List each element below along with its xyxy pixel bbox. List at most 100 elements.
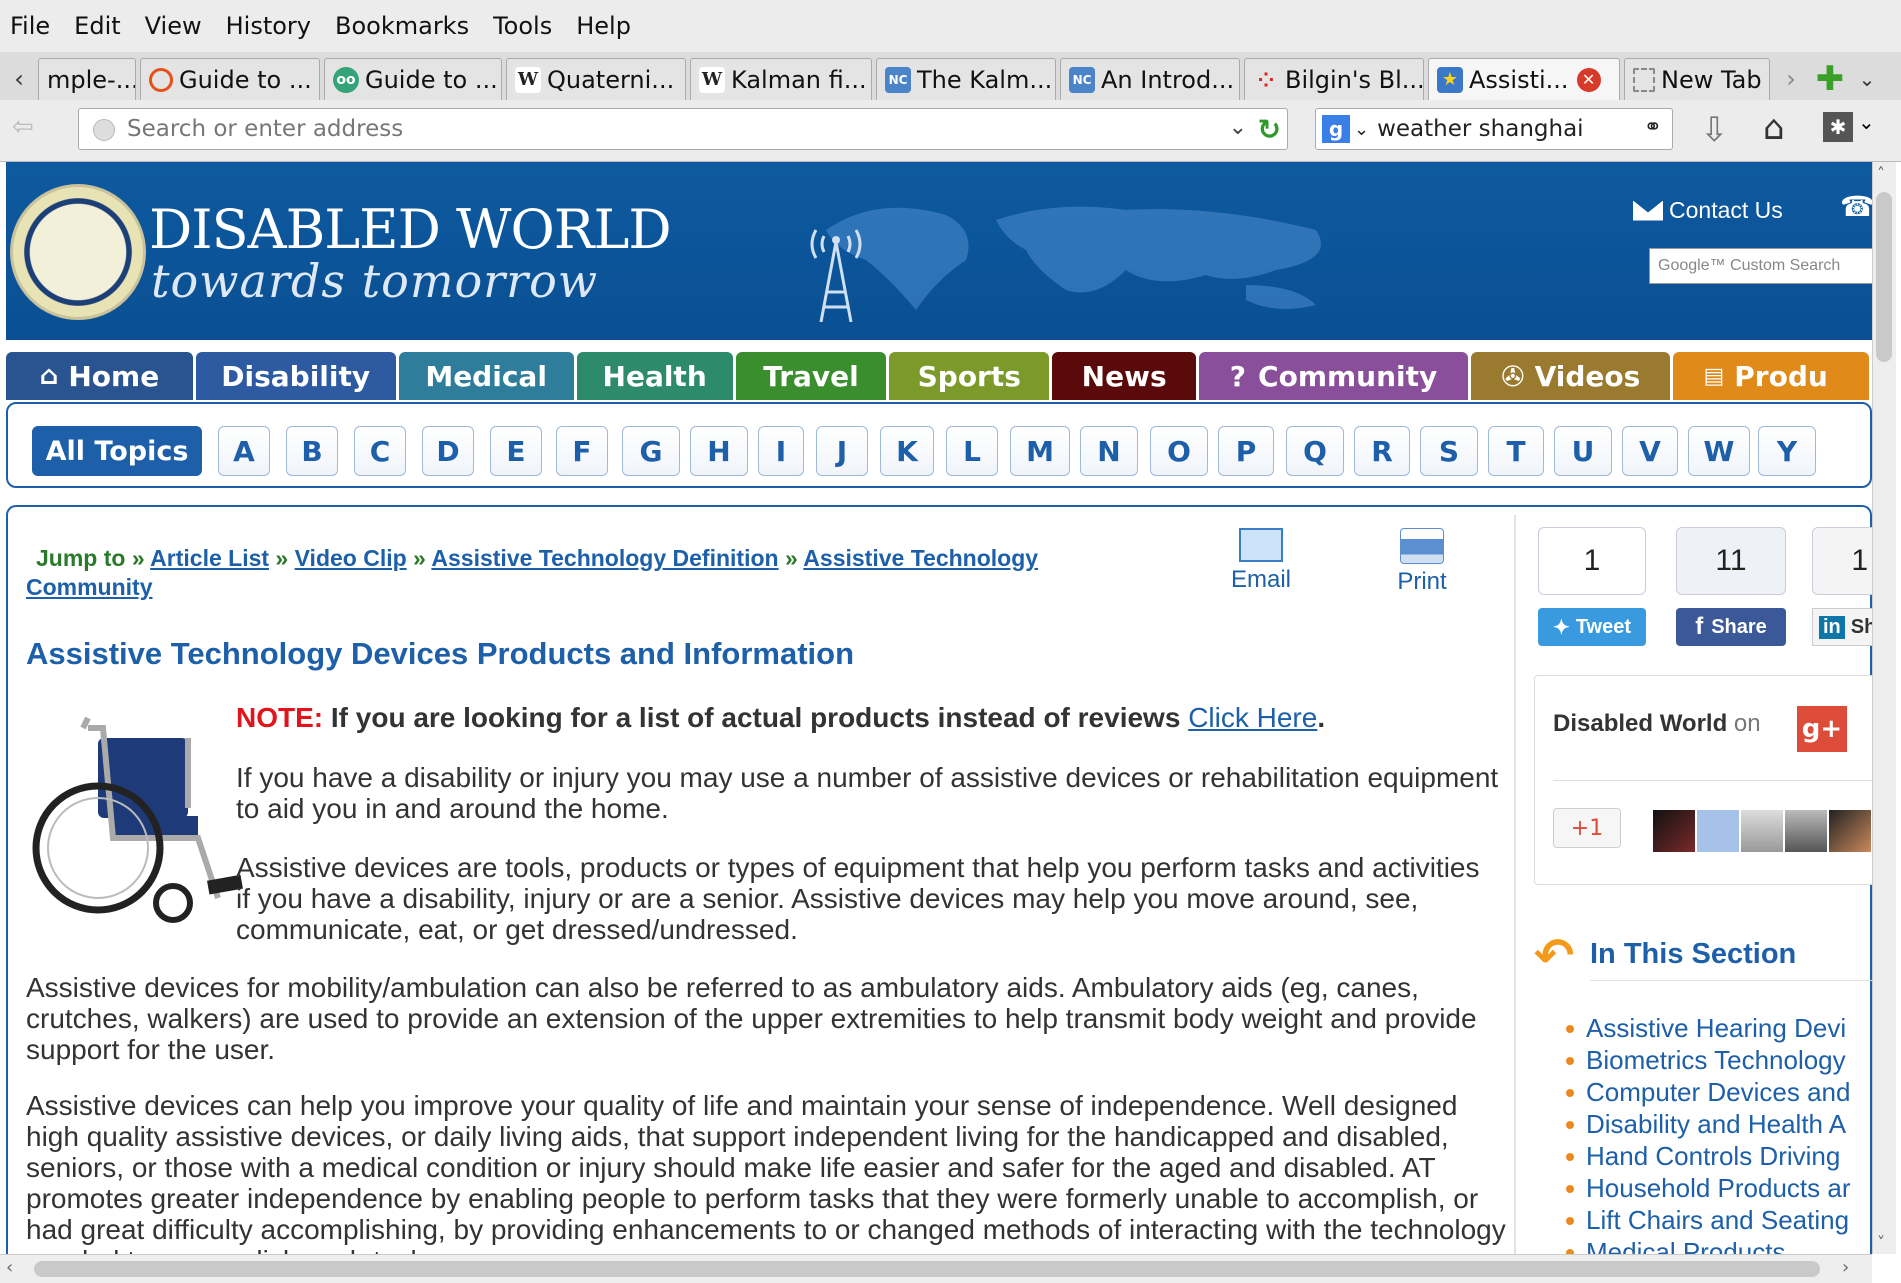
letter-n[interactable]: N <box>1080 426 1138 476</box>
tab-9[interactable]: New Tab <box>1624 58 1770 100</box>
tab-list-chevron-icon[interactable]: ⌄ <box>1852 58 1882 100</box>
breadcrumb-article-list[interactable]: Article List <box>150 545 269 571</box>
letter-o[interactable]: O <box>1150 426 1208 476</box>
letter-c[interactable]: C <box>354 426 406 476</box>
tab-8-active[interactable]: ★ Assisti... ✕ <box>1428 58 1620 100</box>
google-plus-icon[interactable]: g+ <box>1797 706 1847 752</box>
nav-home[interactable]: ⌂ Home <box>6 352 193 400</box>
menu-history[interactable]: History <box>226 12 311 40</box>
tab-5[interactable]: NC The Kalm... <box>876 58 1056 100</box>
nav-products[interactable]: ▤ Produ <box>1673 352 1869 400</box>
print-button[interactable]: Print <box>1382 528 1462 596</box>
letter-j[interactable]: J <box>816 426 868 476</box>
letter-t[interactable]: T <box>1488 426 1544 476</box>
letter-i[interactable]: I <box>758 426 804 476</box>
linkedin-share-button[interactable]: inSh <box>1812 608 1872 646</box>
menu-file[interactable]: File <box>10 12 50 40</box>
tab-0[interactable]: mple-... <box>38 58 136 100</box>
facebook-share-button[interactable]: f Share <box>1676 608 1786 646</box>
scroll-down-arrow-icon[interactable]: ˅ <box>1877 1233 1885 1252</box>
nav-videos[interactable]: ✇ Videos <box>1470 352 1671 400</box>
letter-s[interactable]: S <box>1420 426 1478 476</box>
new-tab-button[interactable]: ✚ <box>1808 58 1852 100</box>
nav-health[interactable]: Health <box>576 352 733 400</box>
menu-puzzle-icon[interactable]: ✱ <box>1823 112 1853 142</box>
menu-edit[interactable]: Edit <box>74 12 120 40</box>
scroll-up-arrow-icon[interactable]: ˄ <box>1877 164 1885 183</box>
downloads-icon[interactable]: ⇩ <box>1700 110 1729 150</box>
nav-medical[interactable]: Medical <box>398 352 574 400</box>
close-tab-icon[interactable]: ✕ <box>1576 67 1601 92</box>
letter-y[interactable]: Y <box>1758 426 1816 476</box>
menu-view[interactable]: View <box>145 12 202 40</box>
letter-b[interactable]: B <box>286 426 338 476</box>
dropdown-chevron-icon[interactable]: ⌄ <box>1229 115 1247 140</box>
letter-v[interactable]: V <box>1622 426 1678 476</box>
tab-3[interactable]: W Quaterni... <box>506 58 686 100</box>
letter-p[interactable]: P <box>1218 426 1274 476</box>
horizontal-scrollbar[interactable]: ‹ › <box>0 1254 1872 1283</box>
address-bar[interactable]: Search or enter address ⌄ ↻ <box>78 108 1288 150</box>
nav-disability[interactable]: Disability <box>195 352 396 400</box>
google-search-engine-icon[interactable]: g <box>1322 115 1350 143</box>
letter-q[interactable]: Q <box>1286 426 1344 476</box>
phone-icon[interactable]: ☎ <box>1840 190 1872 223</box>
contact-us-link[interactable]: Contact Us <box>1633 197 1783 224</box>
letter-u[interactable]: U <box>1554 426 1612 476</box>
nav-news[interactable]: News <box>1052 352 1197 400</box>
letter-e[interactable]: E <box>490 426 542 476</box>
all-topics-button[interactable]: All Topics <box>32 426 202 476</box>
letter-m[interactable]: M <box>1010 426 1070 476</box>
tab-6[interactable]: NC An Introd... <box>1060 58 1240 100</box>
nav-community[interactable]: ? Community <box>1199 352 1468 400</box>
site-title[interactable]: DISABLED WORLD <box>149 198 672 261</box>
letter-l[interactable]: L <box>946 426 998 476</box>
nav-travel[interactable]: Travel <box>735 352 887 400</box>
tweet-button[interactable]: ✦ Tweet <box>1538 608 1646 646</box>
letter-k[interactable]: K <box>880 426 934 476</box>
letter-w[interactable]: W <box>1688 426 1750 476</box>
section-link[interactable]: Assistive Hearing Devi <box>1556 1012 1872 1044</box>
menu-help[interactable]: Help <box>576 12 631 40</box>
globe-seal-logo[interactable] <box>10 184 146 320</box>
menu-tools[interactable]: Tools <box>493 12 552 40</box>
letter-a[interactable]: A <box>218 426 270 476</box>
letter-g[interactable]: G <box>622 426 680 476</box>
section-link[interactable]: Lift Chairs and Seating <box>1556 1204 1872 1236</box>
section-link[interactable]: Biometrics Technology <box>1556 1044 1872 1076</box>
horizontal-scroll-thumb[interactable] <box>34 1261 1820 1277</box>
gplus-page-name[interactable]: Disabled World <box>1553 710 1727 737</box>
tab-7[interactable]: ⁘ Bilgin's Bl... <box>1244 58 1424 100</box>
section-link[interactable]: Medical Products <box>1556 1236 1872 1254</box>
tab-scroll-right-button[interactable]: › <box>1774 58 1808 100</box>
vertical-scrollbar[interactable]: ˄ ˅ <box>1872 162 1896 1254</box>
letter-d[interactable]: D <box>422 426 474 476</box>
home-icon[interactable]: ⌂ <box>1763 108 1785 148</box>
menu-chevron-icon[interactable]: ⌄ <box>1858 110 1875 134</box>
scroll-right-arrow-icon[interactable]: › <box>1842 1257 1849 1278</box>
tab-2[interactable]: oo Guide to ... <box>324 58 502 100</box>
section-link[interactable]: Household Products ar <box>1556 1172 1872 1204</box>
click-here-link[interactable]: Click Here <box>1188 702 1317 733</box>
plus-one-button[interactable]: +1 <box>1553 808 1621 848</box>
section-link[interactable]: Disability and Health A <box>1556 1108 1872 1140</box>
menu-bookmarks[interactable]: Bookmarks <box>335 12 469 40</box>
section-link[interactable]: Hand Controls Driving <box>1556 1140 1872 1172</box>
search-bar[interactable]: g ⌄ weather shanghai ⚭ <box>1315 108 1673 150</box>
email-button[interactable]: Email <box>1216 528 1306 594</box>
breadcrumb-video-clip[interactable]: Video Clip <box>295 545 407 571</box>
nav-sports[interactable]: Sports <box>889 352 1050 400</box>
scroll-left-arrow-icon[interactable]: ‹ <box>6 1257 13 1278</box>
reload-icon[interactable]: ↻ <box>1258 113 1281 146</box>
tab-scroll-left-button[interactable]: ‹ <box>0 58 38 100</box>
back-button[interactable]: ⇦ <box>12 112 56 148</box>
google-custom-search-input[interactable]: Google™ Custom Search <box>1649 248 1872 284</box>
breadcrumb-at-definition[interactable]: Assistive Technology Definition <box>431 545 778 571</box>
letter-h[interactable]: H <box>690 426 748 476</box>
vertical-scroll-thumb[interactable] <box>1876 192 1892 362</box>
binoculars-icon[interactable]: ⚭ <box>1644 115 1662 140</box>
letter-f[interactable]: F <box>556 426 608 476</box>
tab-1[interactable]: Guide to ... <box>140 58 320 100</box>
section-link[interactable]: Computer Devices and <box>1556 1076 1872 1108</box>
letter-r[interactable]: R <box>1354 426 1410 476</box>
